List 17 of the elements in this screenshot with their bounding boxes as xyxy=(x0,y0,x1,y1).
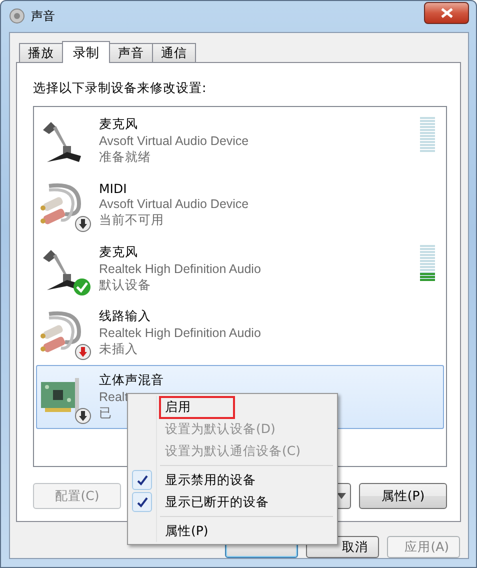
device-description: Avsoft Virtual Audio Device xyxy=(99,197,249,211)
device-status: 默认设备 xyxy=(99,277,151,294)
device-status: 已 xyxy=(99,405,112,422)
device-status: 准备就绪 xyxy=(99,149,151,166)
device-description: Realtek High Definition Audio xyxy=(99,262,261,276)
device-description: Realt xyxy=(99,390,128,404)
device-status: 当前不可用 xyxy=(99,212,164,229)
device-name: 麦克风 xyxy=(99,116,138,133)
device-description: Avsoft Virtual Audio Device xyxy=(99,134,249,148)
device-name: 立体声混音 xyxy=(99,372,164,389)
instruction-label: 选择以下录制设备来修改设置: xyxy=(33,80,208,94)
window-title: 声音 xyxy=(31,8,55,24)
device-status: 未插入 xyxy=(99,341,138,358)
device-name: 麦克风 xyxy=(99,244,138,261)
device-description: Realtek High Definition Audio xyxy=(99,326,261,340)
device-name: 线路输入 xyxy=(99,308,151,325)
device-name: MIDI xyxy=(99,181,127,196)
